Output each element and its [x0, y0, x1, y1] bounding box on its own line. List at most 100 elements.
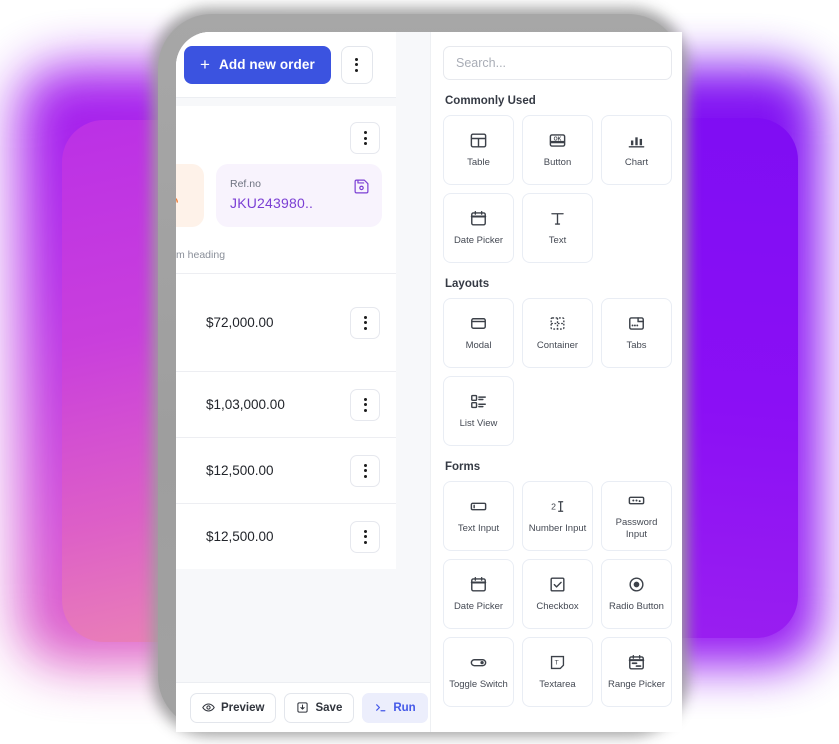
text-t-icon	[551, 213, 564, 225]
button-ok-icon: OK	[549, 134, 566, 147]
add-new-order-button[interactable]: + Add new order	[184, 45, 331, 84]
plus-icon: +	[200, 55, 211, 74]
terminal-prompt-icon	[376, 704, 386, 712]
widget-range-picker[interactable]: Range Picker	[601, 637, 672, 707]
widget-textarea[interactable]: T Textarea	[522, 637, 593, 707]
widget-label: Text Input	[457, 523, 500, 535]
widget-button[interactable]: OK Button	[522, 115, 593, 185]
radio-button-icon	[629, 577, 644, 592]
widget-label: Chart	[624, 157, 649, 169]
widget-label: Toggle Switch	[449, 679, 508, 691]
row-kebab-menu-icon[interactable]	[350, 520, 380, 553]
eye-icon	[202, 703, 215, 712]
table-row[interactable]: $12,500.00	[176, 437, 396, 503]
widget-text[interactable]: Text	[522, 193, 593, 263]
chart-bar-icon	[628, 137, 645, 148]
widget-text-input[interactable]: Text Input	[443, 481, 514, 551]
add-new-order-label: Add new order	[219, 57, 315, 72]
widget-container[interactable]: Container	[522, 298, 593, 368]
password-input-icon	[628, 496, 645, 505]
widget-label: Radio Button	[609, 601, 664, 613]
widget-tabs[interactable]: Tabs	[601, 298, 672, 368]
widget-label: Number Input	[528, 523, 587, 535]
widget-date-picker[interactable]: Date Picker	[443, 193, 514, 263]
widget-list-view[interactable]: List View	[443, 376, 514, 446]
card-kebab-menu-icon[interactable]	[350, 122, 380, 154]
save-floppy-icon[interactable]	[353, 178, 370, 195]
editor-bottom-toolbar: Preview Save Run ⌄⌃	[176, 682, 430, 732]
widget-label: Range Picker	[607, 679, 666, 691]
search-input[interactable]	[443, 46, 672, 80]
run-label: Run	[393, 701, 416, 714]
svg-text:2: 2	[551, 502, 556, 512]
table-row[interactable]: $1,03,000.00	[176, 371, 396, 437]
canvas-card-area: Ref.no JKU243980.. m heading	[176, 106, 396, 273]
save-button[interactable]: Save	[284, 692, 355, 723]
widget-table[interactable]: Table	[443, 115, 514, 185]
widget-toggle-switch[interactable]: Toggle Switch	[443, 637, 514, 707]
range-picker-icon	[628, 655, 645, 670]
checkbox-checked-icon	[550, 577, 565, 592]
row-amount: $12,500.00	[206, 529, 274, 544]
widget-grid-forms: Text Input 2 Number Input Password Input	[443, 481, 672, 707]
widget-label: Container	[536, 340, 579, 352]
app-screen: + Add new order Ref.no JKU243980.. m hea…	[176, 32, 682, 732]
widget-number-input[interactable]: 2 Number Input	[522, 481, 593, 551]
widget-checkbox[interactable]: Checkbox	[522, 559, 593, 629]
group-title-commonly-used: Commonly Used	[445, 95, 536, 107]
save-label: Save	[315, 701, 343, 714]
widget-grid-commonly-used: Table OK Button Chart Date Picker Text	[443, 115, 672, 263]
widget-password-input[interactable]: Password Input	[601, 481, 672, 551]
table-row[interactable]: $72,000.00	[176, 273, 396, 371]
group-title-layouts: Layouts	[445, 278, 490, 290]
stat-card-orange[interactable]	[176, 164, 204, 227]
row-amount: $1,03,000.00	[206, 397, 285, 412]
widget-label: Date Picker	[453, 235, 504, 247]
stat-card-row: Ref.no JKU243980..	[176, 164, 396, 227]
ref-no-value: JKU243980..	[230, 195, 314, 211]
widget-label: Tabs	[626, 340, 647, 352]
app-canvas-panel: + Add new order Ref.no JKU243980.. m hea…	[176, 32, 430, 732]
widget-label: Textarea	[539, 679, 576, 691]
row-amount: $72,000.00	[206, 315, 274, 330]
table-icon	[470, 133, 487, 148]
widget-label: Password Input	[615, 517, 658, 540]
widget-chart[interactable]: Chart	[601, 115, 672, 185]
widget-label: Modal	[465, 340, 492, 352]
widget-label: Checkbox	[536, 601, 579, 613]
list-section-heading: m heading	[176, 227, 396, 273]
list-view-icon	[471, 394, 486, 409]
textarea-icon: T	[550, 655, 565, 670]
widget-label: List View	[459, 418, 498, 430]
card-header-row	[176, 116, 396, 164]
user-group-icon	[176, 197, 178, 203]
widget-modal[interactable]: Modal	[443, 298, 514, 368]
topbar-kebab-menu-icon[interactable]	[340, 45, 373, 84]
group-title-forms: Forms	[445, 461, 481, 473]
ref-no-label: Ref.no	[230, 178, 261, 190]
row-kebab-menu-icon[interactable]	[350, 388, 380, 421]
ref-no-card[interactable]: Ref.no JKU243980..	[216, 164, 382, 227]
calendar-icon	[470, 211, 487, 226]
number-input-icon: 2	[551, 501, 564, 512]
text-input-icon	[470, 502, 487, 511]
widget-label: Table	[467, 157, 490, 169]
widget-label: Date Picker	[453, 601, 504, 613]
svg-text:T: T	[555, 660, 559, 667]
row-kebab-menu-icon[interactable]	[350, 454, 380, 487]
preview-button[interactable]: Preview	[190, 692, 277, 723]
widget-label: Text	[548, 235, 567, 247]
modal-window-icon	[471, 318, 486, 330]
run-button[interactable]: Run	[362, 692, 428, 723]
widget-grid-layouts: Modal Container Tabs List View	[443, 298, 672, 446]
toggle-switch-icon	[470, 659, 487, 667]
row-kebab-menu-icon[interactable]	[350, 306, 380, 339]
preview-label: Preview	[221, 701, 265, 714]
order-list: $72,000.00 $1,03,000.00 $12,500.00 $12,5…	[176, 273, 396, 569]
widget-library-panel: Commonly Used Table OK Button	[430, 32, 682, 732]
widget-radio-button[interactable]: Radio Button	[601, 559, 672, 629]
table-row[interactable]: $12,500.00	[176, 503, 396, 569]
tabs-icon	[629, 317, 644, 330]
widget-label: Button	[543, 157, 572, 169]
widget-date-picker-form[interactable]: Date Picker	[443, 559, 514, 629]
